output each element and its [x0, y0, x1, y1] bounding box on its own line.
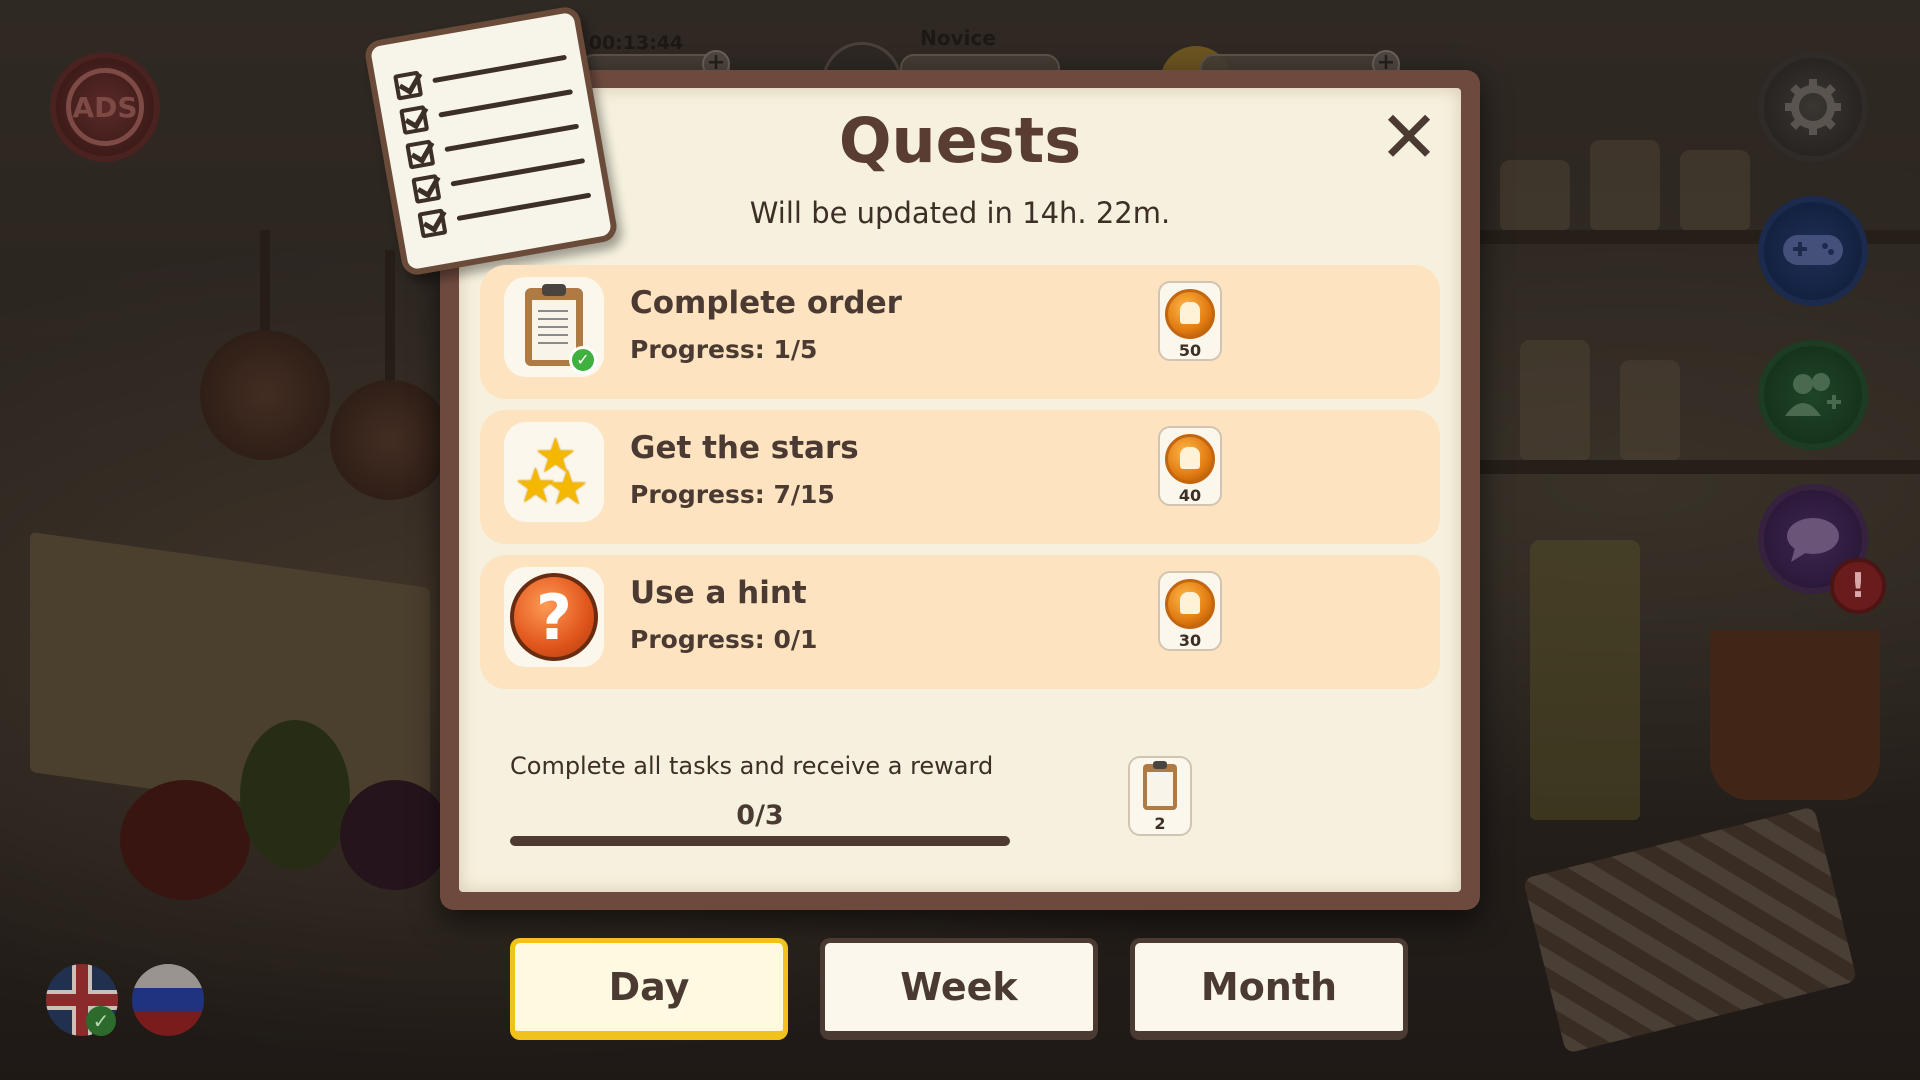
all-tasks-label: Complete all tasks and receive a reward	[510, 752, 994, 780]
quest-reward: 30	[1158, 571, 1222, 651]
quest-progress: Progress: 1/5	[630, 335, 818, 364]
no-ads-button[interactable]: ADS	[50, 52, 160, 162]
alert-badge: !	[1830, 558, 1886, 614]
close-button[interactable]: ✕	[1376, 95, 1442, 179]
hint-icon: ?	[504, 567, 604, 667]
quest-progress: Progress: 0/1	[630, 625, 818, 654]
stars-icon: ★ ★ ★	[504, 422, 604, 522]
quest-row-get-stars: ★ ★ ★ Get the stars Progress: 7/15 40	[480, 410, 1440, 544]
add-friend-icon	[1785, 373, 1841, 416]
modal-title: Quests	[838, 104, 1082, 177]
clipboard-icon: ✓	[504, 277, 604, 377]
chef-coin-icon	[1165, 434, 1215, 484]
timer-text: 00:13:44	[588, 32, 684, 54]
reward-amount: 40	[1178, 486, 1202, 505]
chef-coin-icon	[1165, 289, 1215, 339]
reward-amount: 50	[1178, 341, 1202, 360]
close-icon: ✕	[1378, 95, 1440, 179]
clipboard-icon	[1143, 761, 1177, 810]
games-button[interactable]	[1758, 196, 1868, 306]
chat-bubble-icon	[1787, 518, 1839, 562]
tab-month[interactable]: Month	[1130, 938, 1408, 1040]
selected-check-icon: ✓	[86, 1006, 116, 1036]
gear-icon	[1785, 79, 1841, 135]
quest-title: Get the stars	[630, 430, 859, 466]
all-tasks-count: 0/3	[736, 800, 784, 831]
update-timer-text: Will be updated in 14h. 22m.	[749, 196, 1171, 230]
tab-day[interactable]: Day	[510, 938, 788, 1040]
add-friends-button[interactable]	[1758, 340, 1868, 450]
russian-flag-button[interactable]	[132, 964, 204, 1036]
quest-title: Complete order	[630, 285, 902, 321]
quest-reward: 40	[1158, 426, 1222, 506]
settings-button[interactable]	[1758, 52, 1868, 162]
chef-coin-icon	[1165, 579, 1215, 629]
all-tasks-progress-bar	[510, 836, 1010, 846]
quest-row-use-hint: ? Use a hint Progress: 0/1 30	[480, 555, 1440, 689]
quest-title: Use a hint	[630, 575, 807, 611]
rank-label: Novice	[920, 26, 996, 50]
tab-week[interactable]: Week	[820, 938, 1098, 1040]
reward-amount: 2	[1154, 814, 1166, 833]
quest-reward: 50	[1158, 281, 1222, 361]
quest-row-complete-order: ✓ Complete order Progress: 1/5 50	[480, 265, 1440, 399]
all-tasks-reward: 2	[1128, 756, 1192, 836]
reward-amount: 30	[1178, 631, 1202, 650]
quest-progress: Progress: 7/15	[630, 480, 835, 509]
gamepad-icon	[1783, 235, 1843, 265]
no-ads-icon: ADS	[66, 68, 144, 146]
